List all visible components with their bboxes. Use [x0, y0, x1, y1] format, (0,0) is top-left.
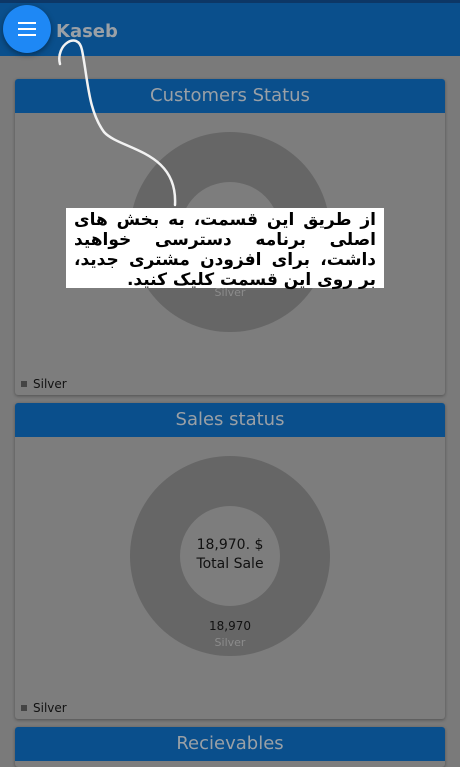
menu-button[interactable]	[3, 5, 51, 53]
hamburger-menu-icon	[18, 22, 36, 36]
tutorial-tooltip: از طریق این قسمت، به بخش های اصلی برنامه…	[66, 208, 384, 290]
tutorial-guide-arrow	[58, 39, 177, 207]
